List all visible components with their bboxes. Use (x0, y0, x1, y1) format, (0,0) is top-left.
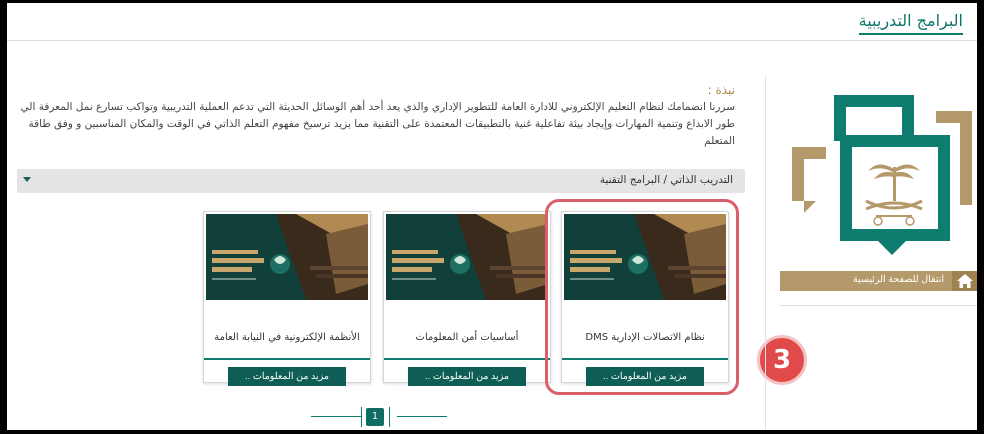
sidebar: انتقال للصفحة الرئيسية (765, 75, 977, 430)
course-card[interactable]: الأنظمة الإلكترونية في النيابة العامة مز… (203, 211, 371, 386)
more-info-button[interactable]: مزيد من المعلومات .. (228, 367, 346, 386)
more-info-button[interactable]: مزيد من المعلومات .. (408, 367, 526, 386)
intro-heading: نبذة : (707, 83, 735, 97)
highlight-annotation (545, 199, 739, 395)
pager-separator (389, 407, 390, 427)
sidebar-divider (780, 305, 977, 306)
course-title: أساسيات أمن المعلومات (415, 332, 519, 343)
card-divider (204, 358, 370, 360)
saudi-emblem-logo (792, 95, 972, 255)
page-title: البرامج التدريبية (858, 11, 963, 30)
title-underline (859, 33, 963, 35)
course-thumbnail (386, 214, 548, 300)
intro-line: المتعلم (704, 135, 735, 147)
course-card[interactable]: أساسيات أمن المعلومات مزيد من المعلومات … (383, 211, 551, 386)
course-title: الأنظمة الإلكترونية في النيابة العامة (214, 332, 360, 343)
header-divider (7, 40, 977, 41)
card-divider (384, 358, 550, 360)
home-link-label: انتقال للصفحة الرئيسية (852, 274, 944, 285)
home-icon (952, 271, 977, 291)
breadcrumb: التدريب الذاتي / البرامج التقنية (599, 174, 733, 186)
pagination: 1 (303, 405, 455, 429)
home-link-button[interactable]: انتقال للصفحة الرئيسية (780, 271, 977, 291)
intro-line: طور الابداع وتنمية المهارات وإيجاد بيئة … (28, 118, 735, 130)
caret-down-icon (23, 177, 31, 182)
pager-line (397, 416, 447, 417)
intro-line: سررنا انضمامك لنظام التعليم الإلكتروني ل… (20, 101, 735, 113)
page-number-button[interactable]: 1 (366, 408, 384, 426)
course-thumbnail (206, 214, 368, 300)
category-dropdown[interactable]: التدريب الذاتي / البرامج التقنية (17, 169, 745, 193)
browser-frame: البرامج التدريبية نبذة : سررنا انضمامك ل… (0, 0, 984, 434)
intro-text: سررنا انضمامك لنظام التعليم الإلكتروني ل… (7, 99, 735, 150)
pager-line (311, 416, 361, 417)
pager-separator (361, 407, 362, 427)
